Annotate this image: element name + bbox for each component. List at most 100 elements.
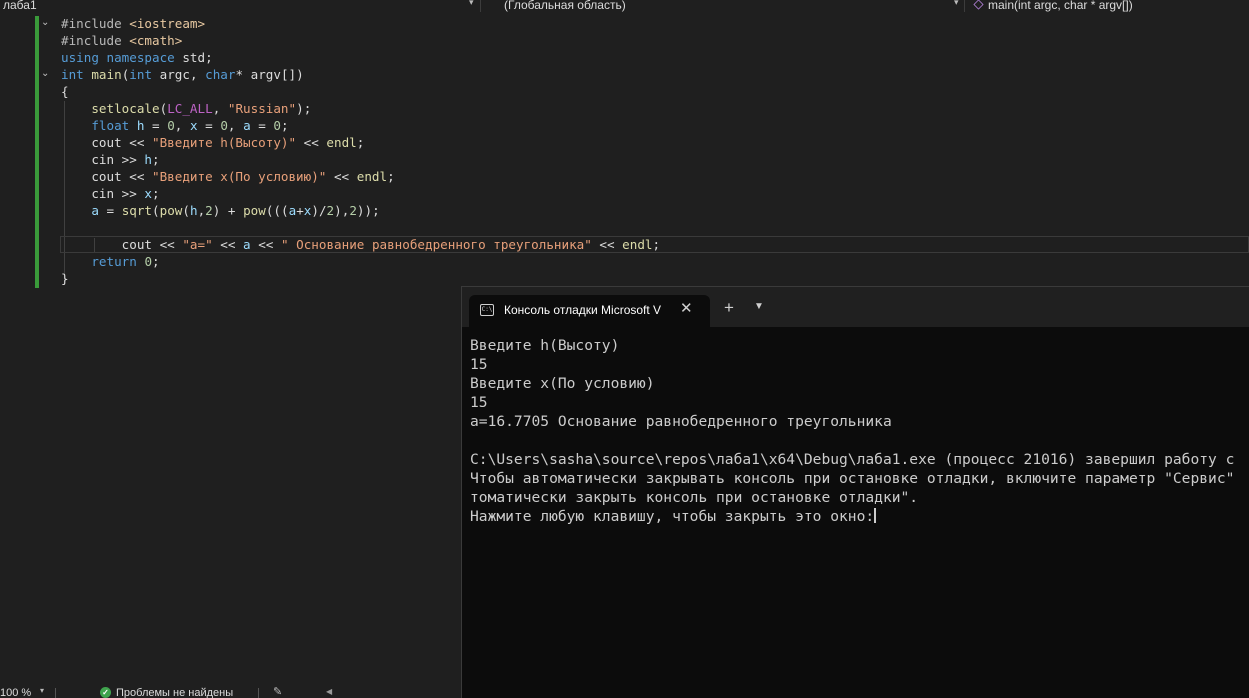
code-token: <<: [591, 237, 623, 252]
check-circle-icon: ✓: [100, 687, 111, 698]
code-token: (((: [265, 203, 289, 218]
code-token: a: [91, 203, 99, 218]
code-token: x: [189, 118, 198, 133]
zoom-level[interactable]: 100 %: [0, 687, 31, 698]
code-line[interactable]: }: [61, 270, 69, 287]
code-token: endl: [326, 135, 357, 150]
code-token: ;: [356, 135, 365, 150]
code-token: <<: [326, 169, 357, 184]
scope-name: (Глобальная область): [504, 0, 626, 12]
problems-status[interactable]: Проблемы не найдены: [116, 687, 233, 698]
text-cursor: [874, 508, 877, 523]
project-name: лаба1: [3, 0, 37, 12]
code-token: endl: [622, 237, 653, 252]
code-token: }: [61, 271, 69, 286]
add-tab-icon[interactable]: +: [724, 298, 734, 318]
close-icon[interactable]: ✕: [680, 299, 693, 317]
code-line[interactable]: int main(int argc, char* argv[]): [61, 66, 304, 83]
function-name: main(int argc, char * argv[]): [988, 0, 1133, 12]
code-token: +: [296, 203, 304, 218]
code-token: cout <<: [61, 169, 152, 184]
code-line[interactable]: float h = 0, x = 0, a = 0;: [61, 117, 289, 134]
console-line: Введите h(Высоту): [470, 337, 620, 354]
code-token: using: [61, 50, 99, 65]
console-line: C:\Users\sasha\source\repos\лаба1\x64\De…: [470, 451, 1235, 468]
code-token: )/: [311, 203, 327, 218]
code-token: * argv[]): [235, 67, 304, 82]
fold-chevron-icon[interactable]: ⌄: [41, 17, 49, 28]
status-bar: 100 % ▾ ✓ Проблемы не найдены ✎ ◀: [0, 686, 461, 698]
fold-chevron-icon[interactable]: ⌄: [41, 68, 49, 79]
code-token: #include: [61, 33, 130, 48]
code-token: 2: [205, 203, 213, 218]
code-token: ,: [212, 101, 228, 116]
debug-console-window[interactable]: C:\ Консоль отладки Microsoft V ✕ + ▼ Вв…: [461, 286, 1249, 698]
divider: [964, 0, 965, 12]
scroll-left-icon[interactable]: ◀: [326, 687, 332, 696]
chevron-down-icon[interactable]: ▼: [754, 301, 764, 312]
code-line[interactable]: setlocale(LC_ALL, "Russian");: [61, 100, 311, 117]
chevron-down-icon[interactable]: ▾: [469, 0, 474, 8]
code-token: ),: [334, 203, 350, 218]
console-line: 15: [470, 394, 488, 411]
code-token: "Введите x(По условию)": [152, 169, 327, 184]
code-line[interactable]: cin >> h;: [61, 151, 159, 168]
code-token: (: [182, 203, 190, 218]
code-token: <iostream>: [129, 16, 206, 31]
code-token: ,: [174, 118, 190, 133]
code-token: x: [144, 186, 152, 201]
console-tab[interactable]: C:\ Консоль отладки Microsoft V ✕: [469, 295, 710, 327]
code-token: a: [243, 237, 251, 252]
code-token: <<: [212, 237, 244, 252]
code-token: "a=": [182, 237, 213, 252]
code-token: float: [91, 118, 130, 133]
chevron-down-icon[interactable]: ▾: [40, 686, 44, 695]
console-output[interactable]: Введите h(Высоту) 15 Введите x(По условию)…: [470, 336, 1249, 696]
code-token: main: [91, 67, 122, 82]
console-line: Чтобы автоматически закрывать консоль пр…: [470, 470, 1235, 487]
code-token: cout <<: [61, 135, 152, 150]
console-line: томатически закрыть консоль при остановк…: [470, 489, 919, 506]
chevron-down-icon[interactable]: ▾: [954, 0, 959, 8]
code-line[interactable]: #include <iostream>: [61, 15, 205, 32]
code-token: #include: [61, 16, 130, 31]
code-token: ;: [387, 169, 395, 184]
code-token: " Основание равнобедренного треугольника…: [280, 237, 592, 252]
code-line[interactable]: return 0;: [61, 253, 160, 270]
code-token: ;: [281, 118, 289, 133]
code-token: pow: [243, 203, 266, 218]
code-token: cin >>: [61, 186, 145, 201]
code-token: ;: [152, 254, 160, 269]
console-line: 15: [470, 356, 488, 373]
code-token: h: [144, 152, 152, 167]
code-token: "Russian": [227, 101, 297, 116]
code-line[interactable]: using namespace std;: [61, 49, 213, 66]
code-line[interactable]: cout << "Введите h(Высоту)" << endl;: [61, 134, 364, 151]
code-line[interactable]: #include <cmath>: [61, 32, 182, 49]
scope-dropdown[interactable]: (Глобальная область): [492, 0, 952, 12]
function-dropdown[interactable]: main(int argc, char * argv[]): [968, 0, 1249, 12]
code-token: endl: [356, 169, 388, 184]
code-line[interactable]: cin >> x;: [61, 185, 159, 202]
code-token: ));: [356, 203, 380, 218]
project-dropdown[interactable]: лаба1: [3, 0, 463, 12]
code-token: cin >>: [61, 152, 145, 167]
code-line[interactable]: cout << "a=" << a << " Основание равнобе…: [61, 236, 660, 253]
code-line[interactable]: cout << "Введите x(По условию)" << endl;: [61, 168, 395, 185]
console-line: Введите x(По условию): [470, 375, 655, 392]
code-cleanup-icon[interactable]: ✎: [273, 685, 282, 698]
code-line[interactable]: a = sqrt(pow(h,2) + pow(((a+x)/2),2));: [61, 202, 380, 219]
code-token: setlocale: [91, 101, 160, 116]
code-token: LC_ALL: [167, 101, 213, 116]
code-token: =: [144, 118, 168, 133]
code-token: <<: [296, 135, 327, 150]
code-line[interactable]: {: [61, 83, 69, 100]
code-token: h: [189, 203, 198, 218]
code-token: ) +: [212, 203, 244, 218]
